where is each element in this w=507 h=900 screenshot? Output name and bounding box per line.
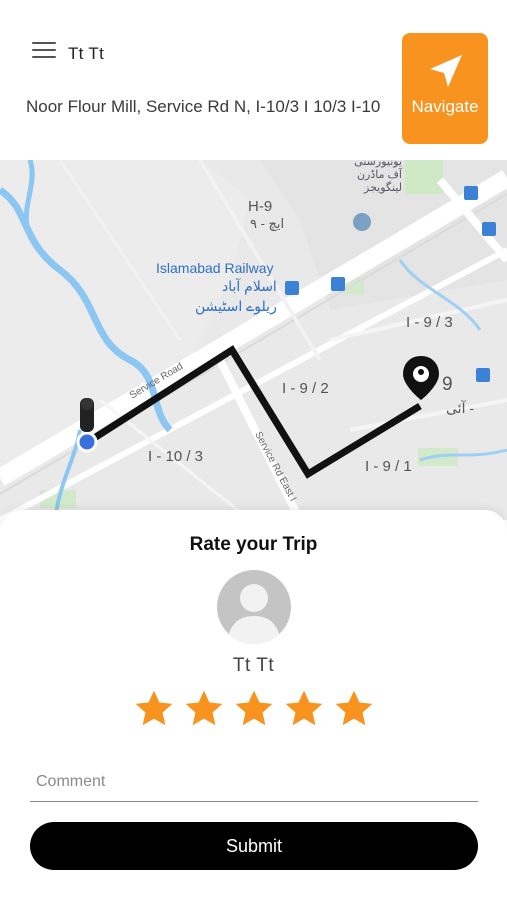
navigate-button[interactable]: Navigate [402, 33, 488, 144]
map-label-i9: 9 [442, 374, 453, 395]
pickup-address: Noor Flour Mill, Service Rd N, I-10/3 I … [26, 97, 381, 116]
driver-name: Tt Tt [232, 655, 275, 676]
star-rating[interactable] [133, 688, 375, 732]
star-icon[interactable] [183, 688, 225, 730]
header: Tt Tt Noor Flour Mill, Service Rd N, I-1… [0, 0, 507, 160]
map-label-university: یونیورسٹی آف ماڈرن لینگویجز [354, 160, 402, 194]
user-name: Tt Tt [68, 44, 105, 63]
star-icon[interactable] [133, 688, 175, 730]
map-label-i9-urdu: آئی - [446, 400, 475, 416]
rating-sheet: Rate your Trip Tt Tt Submit [0, 510, 507, 900]
map-view[interactable]: H-9 ایچ - ۹ یونیورسٹی آف ماڈرن لینگویجز … [0, 160, 507, 520]
person-placeholder-icon [227, 584, 281, 644]
map-label-i92: I - 9 / 2 [282, 380, 329, 397]
submit-button[interactable]: Submit [30, 822, 478, 870]
rating-title: Rate your Trip [189, 534, 318, 555]
map-label-h9-urdu: ایچ - ۹ [250, 216, 285, 231]
map-label-i91: I - 9 / 1 [365, 458, 412, 475]
hamburger-menu-icon[interactable] [32, 42, 56, 64]
star-icon[interactable] [333, 688, 375, 730]
map-label-railway: Islamabad Railway [156, 260, 274, 276]
driver-avatar [217, 570, 291, 644]
map-label-i93: I - 9 / 3 [406, 314, 453, 331]
map-label-i103: I - 10 / 3 [148, 448, 204, 465]
navigation-arrow-icon [430, 55, 462, 87]
comment-input[interactable] [30, 762, 478, 802]
navigate-label: Navigate [411, 97, 479, 116]
map-label-h9: H-9 [248, 198, 273, 215]
star-icon[interactable] [233, 688, 275, 730]
star-icon[interactable] [283, 688, 325, 730]
map-label-railway-urdu-2: ریلوے اسٹیشن [195, 298, 277, 314]
map-label-railway-urdu-1: اسلام آباد [222, 278, 277, 294]
